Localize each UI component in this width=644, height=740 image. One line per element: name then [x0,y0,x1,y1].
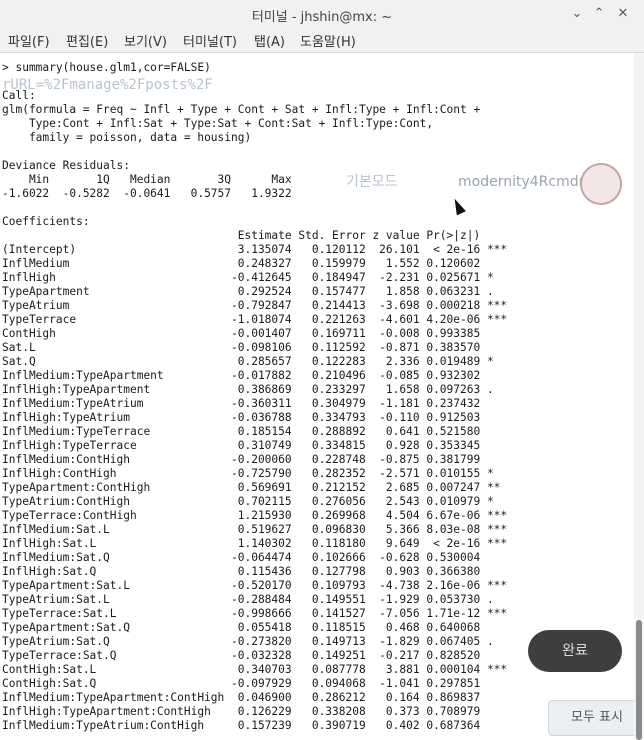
scrollbar[interactable] [634,53,644,740]
scrollbar-thumb[interactable] [636,620,642,740]
menu-bar: 파일(F) 편집(E) 보기(V) 터미널(T) 탭(A) 도움말(H) [0,28,644,53]
terminal-output: > summary(house.glm1,cor=FALSE) Call: gl… [2,61,508,732]
window-title: 터미널 - jhshin@mx: ~ [251,10,393,25]
maximize-icon[interactable]: ⌃ [590,5,608,23]
menu-tabs[interactable]: 탭(A) [254,31,285,50]
done-button[interactable]: 완료 [528,630,622,672]
avatar [580,163,622,205]
menu-edit[interactable]: 편집(E) [66,31,108,50]
minimize-icon[interactable]: ⌄ [568,5,586,23]
menu-terminal[interactable]: 터미널(T) [183,31,237,50]
menu-help[interactable]: 도움말(H) [300,31,356,50]
menu-file[interactable]: 파일(F) [8,31,50,50]
title-bar: 터미널 - jhshin@mx: ~ ⌄ ⌃ ✕ [0,0,644,29]
close-icon[interactable]: ✕ [614,5,632,23]
menu-view[interactable]: 보기(V) [124,31,167,50]
show-all-button[interactable]: 모두 표시 [548,700,644,736]
